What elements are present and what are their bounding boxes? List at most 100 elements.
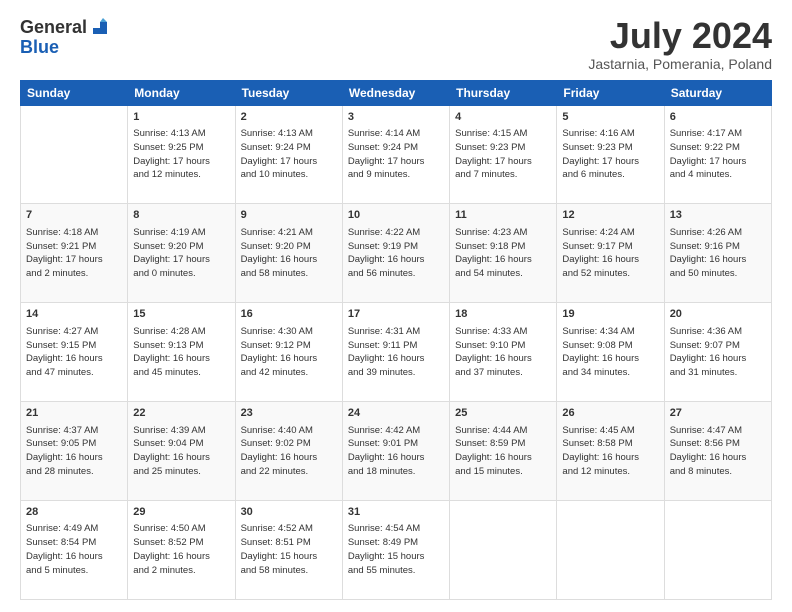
col-wednesday: Wednesday bbox=[342, 80, 449, 105]
day-info: Sunrise: 4:22 AM Sunset: 9:19 PM Dayligh… bbox=[348, 226, 444, 281]
day-info: Sunrise: 4:28 AM Sunset: 9:13 PM Dayligh… bbox=[133, 325, 229, 380]
day-info: Sunrise: 4:18 AM Sunset: 9:21 PM Dayligh… bbox=[26, 226, 122, 281]
subtitle: Jastarnia, Pomerania, Poland bbox=[588, 56, 772, 72]
calendar: Sunday Monday Tuesday Wednesday Thursday… bbox=[20, 80, 772, 600]
day-number: 6 bbox=[670, 110, 766, 125]
calendar-week-5: 28 Sunrise: 4:49 AM Sunset: 8:54 PM Dayli… bbox=[21, 501, 772, 600]
table-row: 8Sunrise: 4:19 AM Sunset: 9:20 PM Daylig… bbox=[128, 204, 235, 303]
table-row: 16 Sunrise: 4:30 AM Sunset: 9:12 PM Dayli… bbox=[235, 303, 342, 402]
table-row: 10 Sunrise: 4:22 AM Sunset: 9:19 PM Dayli… bbox=[342, 204, 449, 303]
col-saturday: Saturday bbox=[664, 80, 771, 105]
table-row: 14 Sunrise: 4:27 AM Sunset: 9:15 PM Dayli… bbox=[21, 303, 128, 402]
day-info: Sunrise: 4:21 AM Sunset: 9:20 PM Dayligh… bbox=[241, 226, 337, 281]
day-number: 25 bbox=[455, 406, 551, 421]
day-info: Sunrise: 4:40 AM Sunset: 9:02 PM Dayligh… bbox=[241, 424, 337, 479]
day-info: Sunrise: 4:13 AM Sunset: 9:24 PM Dayligh… bbox=[241, 127, 337, 182]
day-info: Sunrise: 4:36 AM Sunset: 9:07 PM Dayligh… bbox=[670, 325, 766, 380]
day-number: 9 bbox=[241, 208, 337, 223]
table-row: 6 Sunrise: 4:17 AM Sunset: 9:22 PM Daylig… bbox=[664, 105, 771, 204]
day-number: 15 bbox=[133, 307, 229, 322]
day-info: Sunrise: 4:27 AM Sunset: 9:15 PM Dayligh… bbox=[26, 325, 122, 380]
table-row: 26 Sunrise: 4:45 AM Sunset: 8:58 PM Dayli… bbox=[557, 402, 664, 501]
calendar-week-1: 1 Sunrise: 4:13 AM Sunset: 9:25 PM Daylig… bbox=[21, 105, 772, 204]
day-number: 12 bbox=[562, 208, 658, 223]
day-number: 4 bbox=[455, 110, 551, 125]
day-info: Sunrise: 4:47 AM Sunset: 8:56 PM Dayligh… bbox=[670, 424, 766, 479]
col-sunday: Sunday bbox=[21, 80, 128, 105]
day-number: 2 bbox=[241, 110, 337, 125]
day-number: 7 bbox=[26, 208, 122, 223]
day-number: 23 bbox=[241, 406, 337, 421]
day-number: 8 bbox=[133, 208, 229, 223]
day-info: Sunrise: 4:34 AM Sunset: 9:08 PM Dayligh… bbox=[562, 325, 658, 380]
table-row: 11Sunrise: 4:23 AM Sunset: 9:18 PM Dayli… bbox=[450, 204, 557, 303]
table-row: 1 Sunrise: 4:13 AM Sunset: 9:25 PM Daylig… bbox=[128, 105, 235, 204]
logo-icon bbox=[89, 16, 111, 38]
table-row: 21Sunrise: 4:37 AM Sunset: 9:05 PM Dayli… bbox=[21, 402, 128, 501]
table-row: 27Sunrise: 4:47 AM Sunset: 8:56 PM Dayli… bbox=[664, 402, 771, 501]
logo: General Blue bbox=[20, 16, 111, 56]
header: General Blue July 2024 Jastarnia, Pomera… bbox=[20, 16, 772, 72]
day-number: 3 bbox=[348, 110, 444, 125]
col-friday: Friday bbox=[557, 80, 664, 105]
table-row: 18 Sunrise: 4:33 AM Sunset: 9:10 PM Dayli… bbox=[450, 303, 557, 402]
day-number: 5 bbox=[562, 110, 658, 125]
table-row: 24 Sunrise: 4:42 AM Sunset: 9:01 PM Dayli… bbox=[342, 402, 449, 501]
table-row: 28 Sunrise: 4:49 AM Sunset: 8:54 PM Dayli… bbox=[21, 501, 128, 600]
calendar-week-3: 14 Sunrise: 4:27 AM Sunset: 9:15 PM Dayli… bbox=[21, 303, 772, 402]
day-number: 20 bbox=[670, 307, 766, 322]
day-number: 26 bbox=[562, 406, 658, 421]
title-block: July 2024 Jastarnia, Pomerania, Poland bbox=[588, 16, 772, 72]
day-number: 29 bbox=[133, 505, 229, 520]
table-row: 5Sunrise: 4:16 AM Sunset: 9:23 PM Daylig… bbox=[557, 105, 664, 204]
day-number: 18 bbox=[455, 307, 551, 322]
table-row: 3 Sunrise: 4:14 AM Sunset: 9:24 PM Daylig… bbox=[342, 105, 449, 204]
day-number: 10 bbox=[348, 208, 444, 223]
table-row bbox=[21, 105, 128, 204]
table-row: 22 Sunrise: 4:39 AM Sunset: 9:04 PM Dayli… bbox=[128, 402, 235, 501]
col-monday: Monday bbox=[128, 80, 235, 105]
logo-text-general: General bbox=[20, 18, 87, 36]
table-row: 9 Sunrise: 4:21 AM Sunset: 9:20 PM Daylig… bbox=[235, 204, 342, 303]
day-number: 16 bbox=[241, 307, 337, 322]
table-row bbox=[557, 501, 664, 600]
day-info: Sunrise: 4:13 AM Sunset: 9:25 PM Dayligh… bbox=[133, 127, 229, 182]
calendar-week-4: 21Sunrise: 4:37 AM Sunset: 9:05 PM Dayli… bbox=[21, 402, 772, 501]
table-row: 25Sunrise: 4:44 AM Sunset: 8:59 PM Dayli… bbox=[450, 402, 557, 501]
table-row: 23 Sunrise: 4:40 AM Sunset: 9:02 PM Dayli… bbox=[235, 402, 342, 501]
day-info: Sunrise: 4:14 AM Sunset: 9:24 PM Dayligh… bbox=[348, 127, 444, 182]
day-info: Sunrise: 4:33 AM Sunset: 9:10 PM Dayligh… bbox=[455, 325, 551, 380]
day-info: Sunrise: 4:15 AM Sunset: 9:23 PM Dayligh… bbox=[455, 127, 551, 182]
day-info: Sunrise: 4:23 AM Sunset: 9:18 PM Dayligh… bbox=[455, 226, 551, 281]
day-info: Sunrise: 4:50 AM Sunset: 8:52 PM Dayligh… bbox=[133, 522, 229, 577]
table-row: 7 Sunrise: 4:18 AM Sunset: 9:21 PM Daylig… bbox=[21, 204, 128, 303]
day-info: Sunrise: 4:31 AM Sunset: 9:11 PM Dayligh… bbox=[348, 325, 444, 380]
table-row: 17 Sunrise: 4:31 AM Sunset: 9:11 PM Dayli… bbox=[342, 303, 449, 402]
day-info: Sunrise: 4:52 AM Sunset: 8:51 PM Dayligh… bbox=[241, 522, 337, 577]
day-number: 19 bbox=[562, 307, 658, 322]
col-tuesday: Tuesday bbox=[235, 80, 342, 105]
table-row: 15 Sunrise: 4:28 AM Sunset: 9:13 PM Dayli… bbox=[128, 303, 235, 402]
day-info: Sunrise: 4:45 AM Sunset: 8:58 PM Dayligh… bbox=[562, 424, 658, 479]
day-number: 22 bbox=[133, 406, 229, 421]
table-row: 2 Sunrise: 4:13 AM Sunset: 9:24 PM Daylig… bbox=[235, 105, 342, 204]
day-info: Sunrise: 4:49 AM Sunset: 8:54 PM Dayligh… bbox=[26, 522, 122, 577]
col-thursday: Thursday bbox=[450, 80, 557, 105]
day-number: 28 bbox=[26, 505, 122, 520]
day-number: 17 bbox=[348, 307, 444, 322]
logo-text-blue: Blue bbox=[20, 38, 59, 56]
day-info: Sunrise: 4:30 AM Sunset: 9:12 PM Dayligh… bbox=[241, 325, 337, 380]
day-info: Sunrise: 4:17 AM Sunset: 9:22 PM Dayligh… bbox=[670, 127, 766, 182]
day-number: 24 bbox=[348, 406, 444, 421]
day-number: 14 bbox=[26, 307, 122, 322]
table-row: 29 Sunrise: 4:50 AM Sunset: 8:52 PM Dayli… bbox=[128, 501, 235, 600]
day-info: Sunrise: 4:39 AM Sunset: 9:04 PM Dayligh… bbox=[133, 424, 229, 479]
table-row: 12Sunrise: 4:24 AM Sunset: 9:17 PM Dayli… bbox=[557, 204, 664, 303]
day-number: 1 bbox=[133, 110, 229, 125]
calendar-header-row: Sunday Monday Tuesday Wednesday Thursday… bbox=[21, 80, 772, 105]
day-info: Sunrise: 4:26 AM Sunset: 9:16 PM Dayligh… bbox=[670, 226, 766, 281]
main-title: July 2024 bbox=[588, 16, 772, 56]
table-row bbox=[450, 501, 557, 600]
table-row: 30Sunrise: 4:52 AM Sunset: 8:51 PM Dayli… bbox=[235, 501, 342, 600]
day-info: Sunrise: 4:42 AM Sunset: 9:01 PM Dayligh… bbox=[348, 424, 444, 479]
